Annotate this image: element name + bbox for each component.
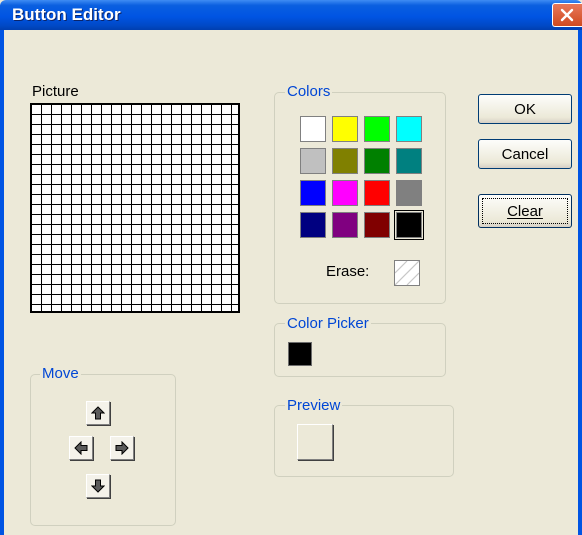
picture-grid[interactable] [30, 103, 240, 313]
window-title: Button Editor [12, 5, 121, 24]
title-bar: Button Editor [0, 0, 582, 30]
color-swatch[interactable] [300, 148, 326, 174]
color-swatch[interactable] [332, 212, 358, 238]
color-swatch[interactable] [332, 180, 358, 206]
move-down-button[interactable] [86, 474, 110, 498]
move-up-button[interactable] [86, 401, 110, 425]
color-swatch[interactable] [300, 116, 326, 142]
preview-button [297, 424, 333, 460]
move-label: Move [40, 365, 81, 382]
arrow-up-icon [91, 406, 105, 420]
arrow-right-icon [115, 441, 129, 455]
ok-button-label: OK [514, 100, 536, 118]
close-icon [560, 8, 574, 22]
color-swatch[interactable] [364, 180, 390, 206]
colors-group-label: Colors [285, 83, 333, 100]
picture-label: Picture [32, 83, 79, 100]
ok-button[interactable]: OK [478, 94, 572, 124]
erase-label: Erase: [326, 263, 370, 280]
arrow-down-icon [91, 479, 105, 493]
color-picker-swatch[interactable] [288, 342, 312, 366]
erase-pattern-icon [395, 261, 419, 285]
window-frame-right [578, 30, 582, 535]
color-picker-label: Color Picker [285, 315, 371, 332]
close-button[interactable] [552, 3, 582, 27]
clear-button[interactable]: Clear [478, 194, 572, 228]
color-swatch[interactable] [396, 180, 422, 206]
move-group [30, 374, 176, 526]
color-swatch[interactable] [396, 148, 422, 174]
color-swatch[interactable] [332, 148, 358, 174]
color-swatch[interactable] [364, 116, 390, 142]
color-swatch[interactable] [364, 148, 390, 174]
arrow-left-icon [74, 441, 88, 455]
color-swatch[interactable] [396, 116, 422, 142]
color-swatch[interactable] [300, 180, 326, 206]
clear-button-label: Clear [507, 202, 543, 220]
color-swatch[interactable] [394, 210, 424, 240]
preview-label: Preview [285, 397, 343, 414]
move-right-button[interactable] [110, 436, 134, 460]
color-swatch[interactable] [364, 212, 390, 238]
cancel-button[interactable]: Cancel [478, 139, 572, 169]
window-frame-left [0, 30, 4, 535]
cancel-button-label: Cancel [501, 145, 549, 163]
move-left-button[interactable] [69, 436, 93, 460]
color-swatch[interactable] [332, 116, 358, 142]
erase-swatch[interactable] [394, 260, 420, 286]
color-swatch[interactable] [300, 212, 326, 238]
